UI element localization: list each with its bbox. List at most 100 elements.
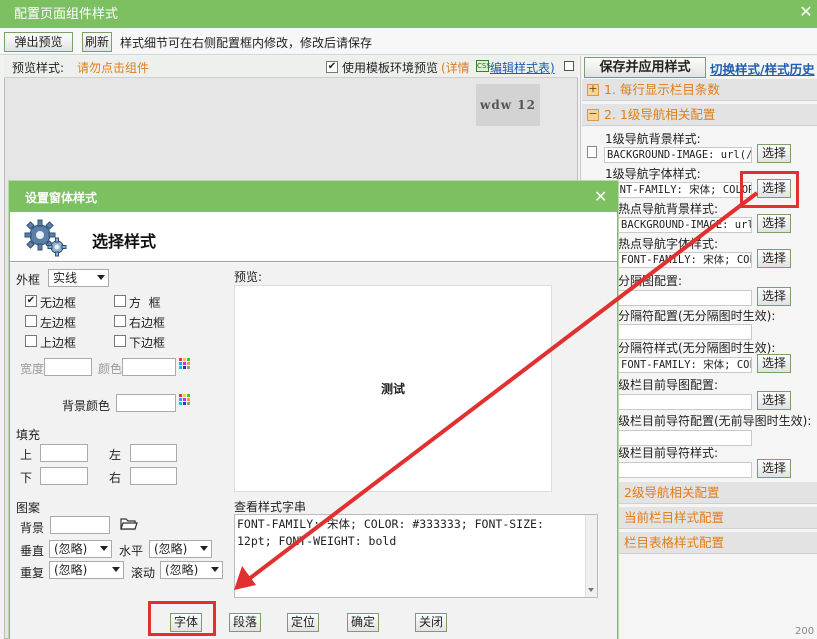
config-value[interactable]: BACKGROUND-IMAGE: url(/s xyxy=(604,147,752,163)
select-button[interactable]: 选择 xyxy=(757,459,791,478)
textarea-scrollbar[interactable] xyxy=(585,515,597,597)
window-close-icon[interactable]: ✕ xyxy=(797,2,815,22)
close-button[interactable]: 关闭 xyxy=(415,613,447,632)
detail-link[interactable]: (详情 xyxy=(441,59,470,76)
gears-icon xyxy=(24,219,67,257)
document-icon xyxy=(587,146,597,158)
pattern-bg-input[interactable] xyxy=(50,516,110,534)
template-preview-label: 使用模板环境预览 xyxy=(342,61,439,75)
panel-minimize-icon[interactable] xyxy=(564,61,574,71)
config-label: 分隔符样式(无分隔图时生效): xyxy=(618,341,776,355)
padding-bottom-input[interactable] xyxy=(40,467,88,485)
popup-preview-button[interactable]: 弹出预览 xyxy=(4,32,73,52)
padding-right-input[interactable] xyxy=(130,467,177,485)
pattern-bg-label: 背景 xyxy=(20,521,45,535)
config-value[interactable]: BACKGROUND-IMAGE: url(/s xyxy=(618,217,752,233)
border-width-input[interactable] xyxy=(44,358,92,376)
dialog-heading: 选择样式 xyxy=(92,232,157,251)
position-button[interactable]: 定位 xyxy=(287,613,319,632)
top-border-checkbox[interactable] xyxy=(25,335,37,347)
ok-button[interactable]: 确定 xyxy=(347,613,379,632)
toolbar-hint: 样式细节可在右侧配置框内修改，修改后请保存 xyxy=(120,36,373,50)
bottom-border-checkbox[interactable] xyxy=(114,335,126,347)
padding-top-input[interactable] xyxy=(40,444,88,462)
refresh-button[interactable]: 刷新 xyxy=(82,32,112,52)
preview-style-label: 预览样式: xyxy=(12,61,65,75)
padding-bottom-label: 下 xyxy=(20,471,33,485)
padding-top-label: 上 xyxy=(20,448,33,462)
config-label: 分隔符配置(无分隔图时生效): xyxy=(618,309,776,323)
collapse-icon[interactable]: − xyxy=(587,108,599,121)
vertical-select[interactable]: (忽略) xyxy=(49,540,112,558)
folder-open-icon[interactable] xyxy=(120,516,138,532)
highlight-box xyxy=(740,171,799,208)
section-label: 栏目表格样式配置 xyxy=(624,535,725,550)
config-value[interactable]: FONT-FAMILY: 宋体; COLOR xyxy=(604,182,752,198)
right-border-label: 右边框 xyxy=(129,316,166,330)
section-label: 2. 1级导航相关配置 xyxy=(604,107,716,122)
bg-color-input[interactable] xyxy=(116,394,176,412)
section-level1-nav[interactable]: − 2. 1级导航相关配置 xyxy=(582,104,817,126)
repeat-value: (忽略) xyxy=(54,563,88,577)
dialog-close-icon[interactable]: ✕ xyxy=(594,187,607,206)
horizontal-select[interactable]: (忽略) xyxy=(149,540,212,558)
border-label: 外框 xyxy=(16,273,41,287)
edit-stylesheet-icon[interactable]: CSS xyxy=(476,60,491,72)
highlight-box xyxy=(148,601,216,636)
vertical-value: (忽略) xyxy=(54,542,88,556)
border-width-label: 宽度 xyxy=(20,362,45,376)
scroll-down-icon[interactable] xyxy=(586,586,596,594)
repeat-select[interactable]: (忽略) xyxy=(49,561,124,579)
section-rows-per-line[interactable]: + 1. 每行显示栏目条数 xyxy=(582,79,817,101)
padding-label: 填充 xyxy=(16,428,41,442)
style-string-text: FONT-FAMILY: 宋体; COLOR: #333333; FONT-SI… xyxy=(237,517,544,548)
select-button[interactable]: 选择 xyxy=(757,287,791,306)
select-button[interactable]: 选择 xyxy=(757,214,791,233)
chevron-down-icon xyxy=(97,275,105,280)
save-apply-style-button[interactable]: 保存并应用样式 xyxy=(584,57,706,78)
top-border-label: 上边框 xyxy=(40,336,77,350)
color-palette-icon[interactable] xyxy=(179,358,190,369)
border-color-input[interactable] xyxy=(122,358,176,376)
paragraph-button[interactable]: 段落 xyxy=(229,613,261,632)
no-border-checkbox[interactable]: ✔ xyxy=(25,295,37,307)
border-style-select[interactable]: 实线 xyxy=(48,269,109,287)
config-value[interactable] xyxy=(618,290,752,306)
vertical-label: 垂直 xyxy=(20,544,45,558)
chevron-down-icon xyxy=(200,546,208,551)
scroll-select[interactable]: (忽略) xyxy=(160,561,223,579)
select-button[interactable]: 选择 xyxy=(757,391,791,410)
corner-text: 200 xyxy=(795,626,815,637)
select-button[interactable]: 选择 xyxy=(757,249,791,268)
config-value[interactable]: FONT-FAMILY: 宋体; COLOR xyxy=(618,252,752,268)
config-label: 1级导航背景样式: xyxy=(605,132,701,146)
chevron-down-icon xyxy=(211,567,219,572)
config-label: 1级导航字体样式: xyxy=(605,167,701,181)
edit-stylesheet-link[interactable]: 编辑样式表) xyxy=(490,59,555,76)
select-button[interactable]: 选择 xyxy=(757,144,791,163)
padding-left-input[interactable] xyxy=(130,444,177,462)
right-border-checkbox[interactable] xyxy=(114,315,126,327)
config-label: 级栏目前导符配置(无前导图时生效): xyxy=(618,414,812,428)
config-value[interactable] xyxy=(618,394,752,410)
color-palette-icon[interactable] xyxy=(179,394,190,405)
repeat-label: 重复 xyxy=(20,566,45,580)
select-button[interactable]: 选择 xyxy=(757,354,791,373)
scroll-value: (忽略) xyxy=(165,563,199,577)
bg-color-label: 背景颜色 xyxy=(62,399,111,413)
box-border-checkbox[interactable] xyxy=(114,295,126,307)
config-label: 热点导航背景样式: xyxy=(618,202,719,216)
box-border-label: 方 框 xyxy=(129,296,161,310)
window-title: 配置页面组件样式 xyxy=(14,7,119,22)
dialog-preview-label: 预览: xyxy=(234,270,263,284)
window-titlebar xyxy=(0,0,817,28)
dialog-titlebar xyxy=(10,182,617,212)
config-value[interactable] xyxy=(618,462,752,478)
config-value[interactable]: FONT-FAMILY: 宋体; COLOR xyxy=(618,357,752,373)
section-label: 1. 每行显示栏目条数 xyxy=(604,82,720,97)
left-border-checkbox[interactable] xyxy=(25,315,37,327)
switch-style-history-link[interactable]: 切换样式/样式历史 xyxy=(710,59,815,78)
template-preview-checkbox[interactable]: ✔ xyxy=(326,61,338,73)
expand-icon[interactable]: + xyxy=(587,83,599,96)
config-value[interactable] xyxy=(618,324,752,340)
